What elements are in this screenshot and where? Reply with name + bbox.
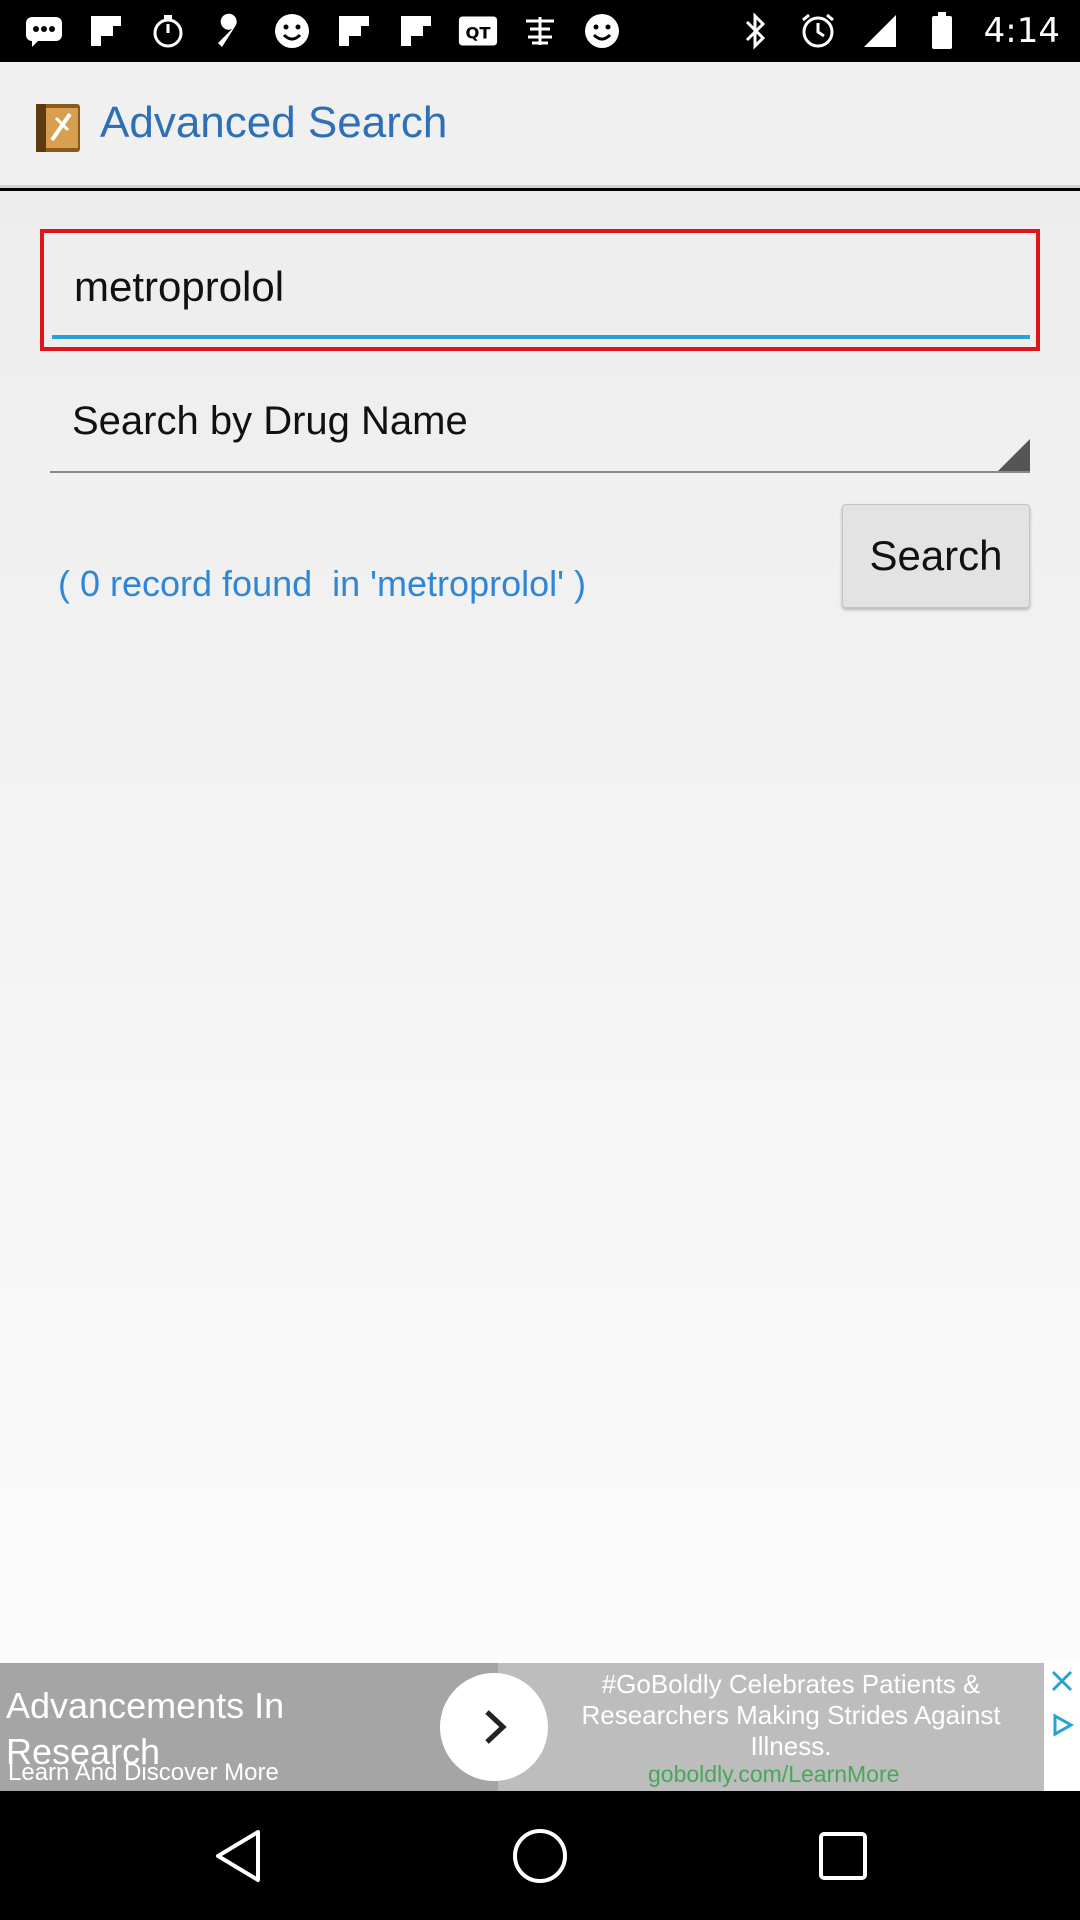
search-input-underline [52, 335, 1030, 339]
app-bar: Advanced Search [0, 62, 1080, 188]
search-input[interactable] [50, 237, 1030, 337]
dropdown-underline [50, 471, 1030, 473]
ad-banner[interactable]: Advancements In Research Learn And Disco… [0, 1663, 1080, 1791]
result-count-text: ( 0 record found in 'metroprolol' ) [58, 563, 586, 604]
home-icon[interactable] [505, 1821, 575, 1891]
smiley-icon [582, 11, 622, 51]
bluetooth-icon [736, 11, 776, 51]
chinese-app-icon [520, 11, 560, 51]
status-time: 4:14 [983, 11, 1060, 51]
notification-icons: QT [24, 8, 622, 54]
wrench-icon [210, 11, 250, 51]
ad-right-panel[interactable]: #GoBoldly Celebrates Patients & Research… [498, 1663, 1044, 1791]
flipboard-icon [396, 11, 436, 51]
dropdown-arrow-icon [998, 439, 1030, 471]
svg-text:QT: QT [465, 23, 491, 42]
alarm-icon [798, 11, 838, 51]
ad-url[interactable]: goboldly.com/LearnMore [648, 1761, 899, 1788]
search-type-dropdown[interactable]: Search by Drug Name [50, 371, 1030, 473]
flipboard-icon [86, 11, 126, 51]
smiley-icon [272, 11, 312, 51]
page-title: Advanced Search [100, 98, 448, 147]
flipboard-icon [334, 11, 374, 51]
search-field-container [40, 229, 1040, 351]
search-type-selected: Search by Drug Name [72, 399, 468, 443]
close-icon[interactable] [1044, 1663, 1080, 1699]
qt-icon: QT [458, 11, 498, 51]
ad-subtext: Learn And Discover More [8, 1759, 279, 1786]
book-icon[interactable] [32, 100, 86, 154]
signal-icon [860, 11, 900, 51]
ad-left-panel[interactable]: Advancements In Research Learn And Disco… [0, 1663, 498, 1791]
system-icons: 4:14 [736, 8, 1060, 54]
search-button[interactable]: Search [842, 504, 1030, 608]
main-content: Search by Drug Name ( 0 record found in … [0, 191, 1080, 1663]
adchoices-icon[interactable] [1044, 1707, 1080, 1743]
navigation-bar [0, 1791, 1080, 1920]
chat-icon [24, 11, 64, 51]
chevron-right-icon[interactable] [440, 1673, 548, 1781]
back-icon[interactable] [203, 1821, 273, 1891]
battery-icon [922, 11, 962, 51]
recents-icon[interactable] [808, 1821, 878, 1891]
timer-icon [148, 11, 188, 51]
status-bar: QT 4:14 [0, 0, 1080, 62]
ad-body-text: #GoBoldly Celebrates Patients & Research… [581, 1669, 1001, 1761]
